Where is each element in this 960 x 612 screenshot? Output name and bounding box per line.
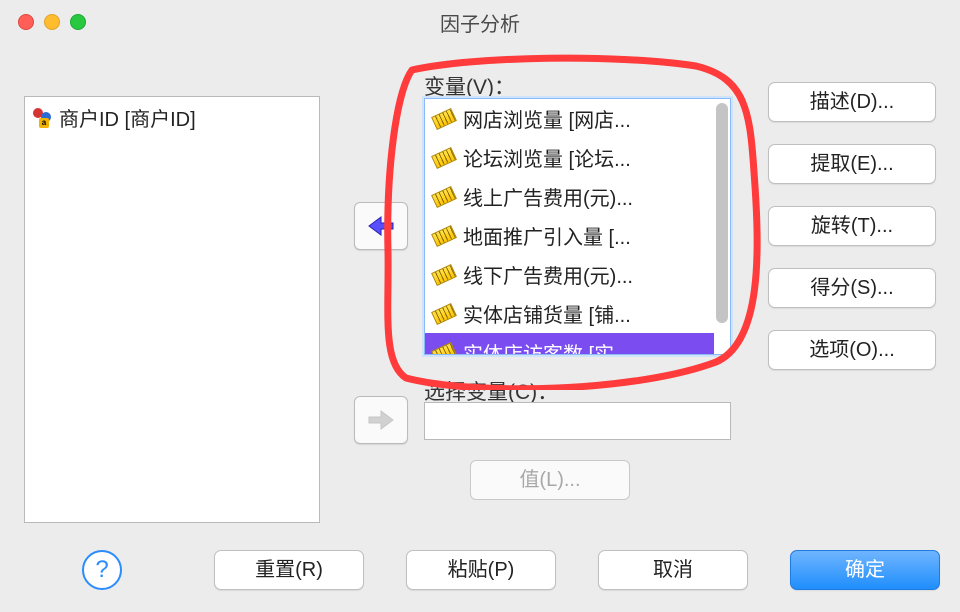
list-item[interactable]: 地面推广引入量 [... <box>425 216 730 255</box>
var-item-label: 网店浏览量 [网店... <box>463 104 631 133</box>
extract-button[interactable]: 提取(E)... <box>768 144 936 184</box>
scale-icon <box>431 108 457 130</box>
value-button: 值(L)... <box>470 460 630 500</box>
variables-label: 变量(V)： <box>424 71 515 101</box>
nominal-icon: a <box>33 108 53 128</box>
scores-button[interactable]: 得分(S)... <box>768 268 936 308</box>
selection-variable-box[interactable] <box>424 402 731 440</box>
scale-icon <box>431 303 457 325</box>
help-button[interactable]: ? <box>82 550 122 590</box>
list-item[interactable]: 网店浏览量 [网店... <box>425 99 730 138</box>
source-item-label: 商户ID [商户ID] <box>59 103 196 132</box>
titlebar: 因子分析 <box>0 0 960 44</box>
move-variable-button[interactable] <box>354 202 408 250</box>
list-item[interactable]: 实体店访客数 [实... <box>425 333 730 355</box>
paste-button[interactable]: 粘贴(P) <box>406 550 556 590</box>
scrollbar-thumb[interactable] <box>716 103 728 323</box>
scale-icon <box>431 147 457 169</box>
options-button[interactable]: 选项(O)... <box>768 330 936 370</box>
scale-icon <box>431 264 457 286</box>
var-item-label: 实体店铺货量 [铺... <box>463 299 631 328</box>
arrow-right-icon <box>367 409 395 431</box>
list-item[interactable]: 线上广告费用(元)... <box>425 177 730 216</box>
var-item-label: 线上广告费用(元)... <box>463 182 633 211</box>
dialog-content: a 商户ID [商户ID] 变量(V)： 网店浏览量 [网店... 论坛浏览量 … <box>0 44 960 612</box>
list-item[interactable]: 实体店铺货量 [铺... <box>425 294 730 333</box>
scale-icon <box>431 186 457 208</box>
window-title: 因子分析 <box>0 8 960 37</box>
rotate-button[interactable]: 旋转(T)... <box>768 206 936 246</box>
scale-icon <box>431 342 457 355</box>
cancel-button[interactable]: 取消 <box>598 550 748 590</box>
var-item-label: 线下广告费用(元)... <box>463 260 633 289</box>
var-item-label: 论坛浏览量 [论坛... <box>463 143 631 172</box>
var-item-label: 实体店访客数 [实... <box>463 338 631 355</box>
list-item[interactable]: 线下广告费用(元)... <box>425 255 730 294</box>
list-item[interactable]: 论坛浏览量 [论坛... <box>425 138 730 177</box>
scrollbar[interactable] <box>714 99 730 354</box>
var-item-label: 地面推广引入量 [... <box>463 221 631 250</box>
variables-list[interactable]: 网店浏览量 [网店... 论坛浏览量 [论坛... 线上广告费用(元)... 地… <box>424 98 731 355</box>
reset-button[interactable]: 重置(R) <box>214 550 364 590</box>
source-variable-list[interactable]: a 商户ID [商户ID] <box>24 96 320 523</box>
move-selection-variable-button[interactable] <box>354 396 408 444</box>
arrow-left-icon <box>367 215 395 237</box>
ok-button[interactable]: 确定 <box>790 550 940 590</box>
scale-icon <box>431 225 457 247</box>
list-item[interactable]: a 商户ID [商户ID] <box>25 97 319 138</box>
describe-button[interactable]: 描述(D)... <box>768 82 936 122</box>
